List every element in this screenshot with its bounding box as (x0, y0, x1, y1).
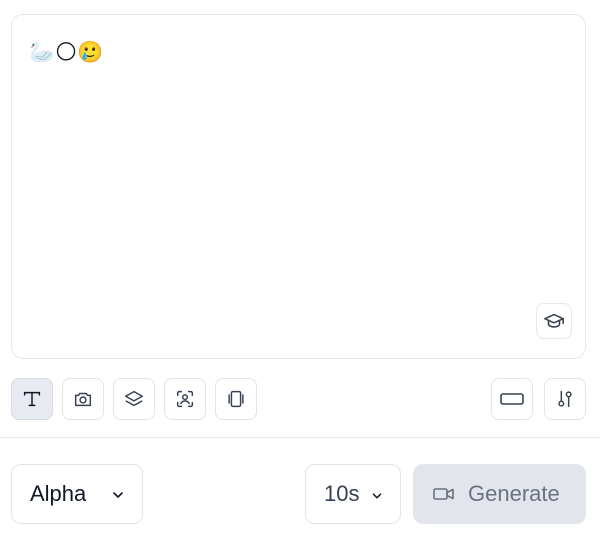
chevron-down-icon (113, 492, 123, 498)
frames-mode-button[interactable] (215, 378, 257, 420)
duration-label: 10s (324, 481, 360, 506)
prompt-textarea[interactable]: 🦢🌕🥲 (11, 14, 586, 359)
video-camera-icon (433, 488, 454, 500)
face-scan-icon (176, 390, 194, 408)
model-label: Alpha (30, 481, 87, 506)
frames-icon (228, 390, 244, 408)
duration-select[interactable]: 10s (305, 464, 401, 524)
layers-icon (125, 390, 143, 407)
graduation-cap-icon (544, 313, 564, 328)
generate-label: Generate (468, 481, 560, 506)
generate-button[interactable]: Generate (413, 464, 586, 524)
text-T-icon (23, 391, 41, 407)
layers-mode-button[interactable] (113, 378, 155, 420)
camera-icon (74, 392, 92, 407)
divider (0, 437, 600, 438)
tutorial-button[interactable] (536, 303, 572, 339)
settings-button[interactable] (544, 378, 586, 420)
sliders-icon (558, 390, 572, 408)
prompt-text[interactable]: 🦢🌕🥲 (29, 39, 103, 65)
chevron-down-icon (372, 493, 382, 499)
model-select[interactable]: Alpha (11, 464, 143, 524)
aspect-ratio-button[interactable] (491, 378, 533, 420)
text-mode-button[interactable] (11, 378, 53, 420)
character-mode-button[interactable] (164, 378, 206, 420)
rectangle-icon (500, 393, 524, 405)
image-mode-button[interactable] (62, 378, 104, 420)
